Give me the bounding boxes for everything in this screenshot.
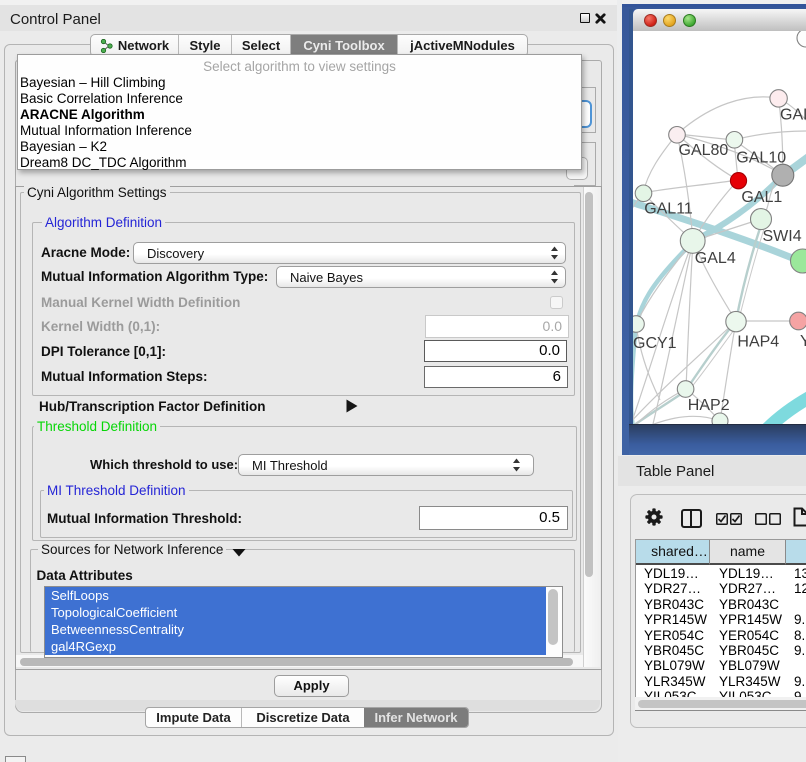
svg-text:GAL11: GAL11 xyxy=(644,201,693,218)
svg-text:SWI4: SWI4 xyxy=(763,228,802,245)
svg-text:Y: Y xyxy=(800,333,806,350)
svg-text:GAL4: GAL4 xyxy=(695,250,736,267)
svg-text:GAL80: GAL80 xyxy=(679,142,729,159)
svg-text:GAL10: GAL10 xyxy=(736,149,786,166)
svg-text:GAL: GAL xyxy=(780,107,806,124)
svg-text:GAL1: GAL1 xyxy=(741,189,782,206)
svg-text:GCY1: GCY1 xyxy=(633,335,677,352)
svg-text:HAP2: HAP2 xyxy=(688,397,730,414)
svg-text:HAP4: HAP4 xyxy=(737,333,779,350)
